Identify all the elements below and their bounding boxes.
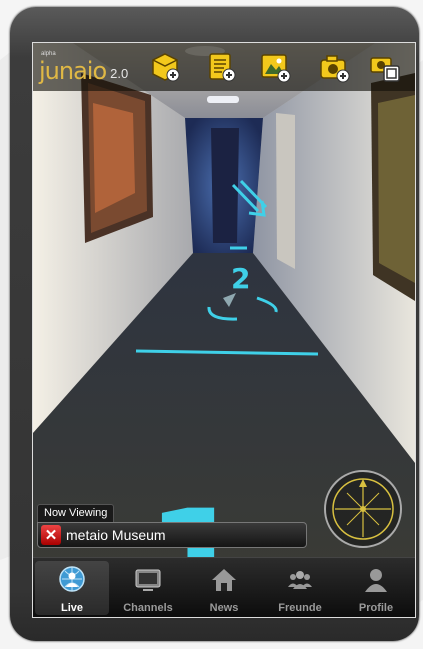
house-icon — [212, 569, 236, 591]
app-logo: alpha junaio 2.0 — [39, 51, 128, 85]
tab-label-profile: Profile — [358, 602, 394, 614]
person-icon — [365, 569, 387, 592]
compass-icon — [324, 470, 402, 548]
current-channel-title: metaio Museum — [66, 527, 166, 543]
camera-copy-icon — [370, 57, 400, 82]
close-channel-button[interactable]: ✕ — [41, 525, 61, 545]
top-toolbar: alpha junaio 2.0 — [33, 43, 415, 91]
add-object-button[interactable] — [149, 51, 181, 83]
compass-radar[interactable] — [323, 469, 403, 549]
snapshot-button[interactable] — [369, 51, 401, 83]
add-photo-button[interactable] — [318, 51, 350, 83]
tab-label-freunde: Freunde — [278, 602, 322, 614]
tv-icon — [135, 569, 161, 591]
logo-version: 2.0 — [110, 66, 129, 81]
now-viewing-bar[interactable]: ✕ metaio Museum — [37, 522, 307, 548]
tab-news[interactable]: News — [187, 561, 261, 615]
ar-marker-number-2: 2 — [231, 262, 250, 295]
add-image-button[interactable] — [259, 51, 291, 83]
now-viewing-label: Now Viewing — [37, 504, 115, 522]
camera-plus-icon — [320, 55, 350, 83]
logo-alpha-label: alpha — [41, 51, 56, 57]
tab-label-channels: Channels — [123, 602, 173, 614]
tab-freunde[interactable]: Freunde — [263, 561, 337, 615]
close-icon: ✕ — [44, 527, 58, 544]
now-viewing-panel: Now Viewing ✕ metaio Museum — [37, 503, 307, 548]
people-icon — [288, 571, 312, 589]
tab-bar: Live Channels News Freunde Profile — [33, 557, 415, 617]
image-plus-icon — [261, 54, 291, 83]
tab-label-news: News — [209, 602, 239, 614]
camera-view[interactable]: 2 1 alpha junaio 2.0 Now Viewing ✕ metai… — [32, 42, 416, 618]
globe-person-icon — [59, 566, 85, 592]
logo-wordmark: junaio — [39, 57, 107, 85]
note-plus-icon — [209, 53, 236, 82]
tab-profile[interactable]: Profile — [339, 561, 413, 615]
tab-live[interactable]: Live — [35, 561, 109, 615]
cube-plus-icon — [152, 53, 180, 82]
tab-channels[interactable]: Channels — [111, 561, 185, 615]
tab-label-live: Live — [60, 602, 83, 614]
add-note-button[interactable] — [205, 51, 237, 83]
